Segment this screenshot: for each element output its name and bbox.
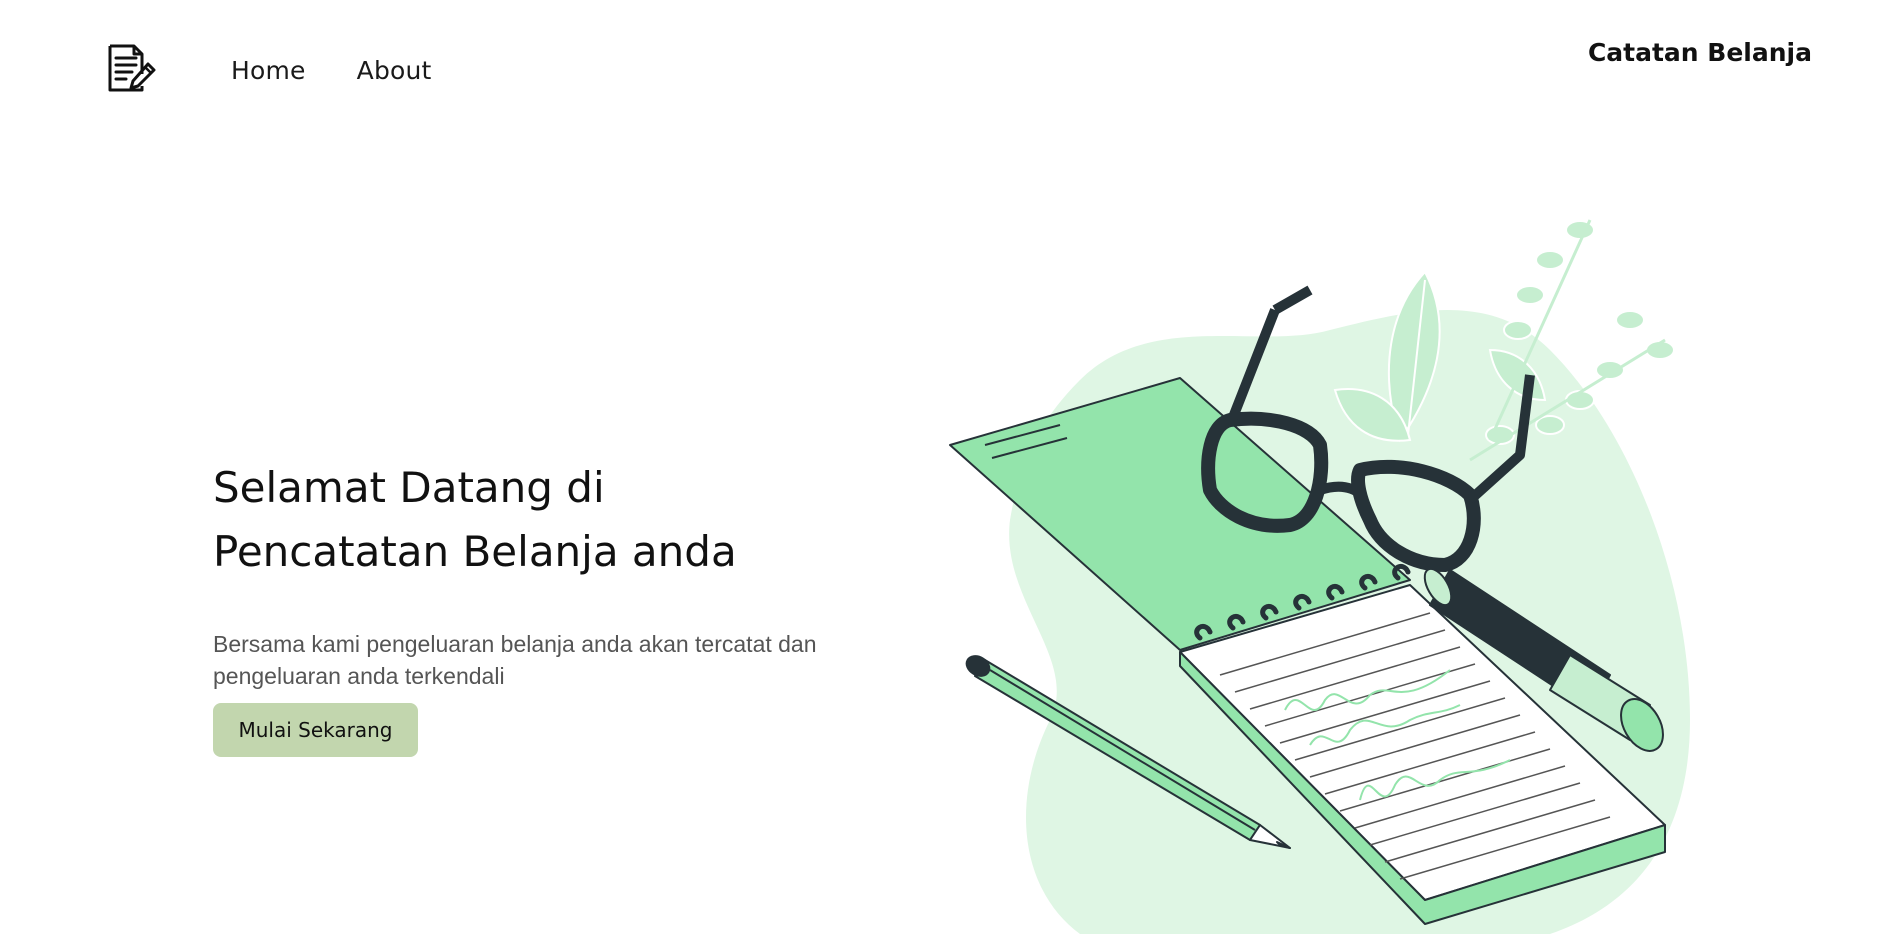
nav-link-about[interactable]: About [357,56,432,85]
hero-title: Selamat Datang di Pencatatan Belanja and… [213,456,913,584]
landing-page: Home About Catatan Belanja Selamat Datan… [0,0,1897,934]
hero-title-line1: Selamat Datang di [213,463,605,512]
nav-links: Home About [231,56,432,85]
document-pen-icon [108,44,156,92]
navbar: Home About Catatan Belanja [0,0,1897,140]
hero-title-line2: Pencatatan Belanja anda [213,527,737,576]
logo-document-pen-icon[interactable] [104,42,156,94]
start-now-button[interactable]: Mulai Sekarang [213,703,418,757]
notebook-glasses-pen-illustration [949,219,1690,934]
brand-title[interactable]: Catatan Belanja [1588,38,1812,67]
nav-link-home[interactable]: Home [231,56,306,85]
hero-subtitle: Bersama kami pengeluaran belanja anda ak… [213,631,817,689]
